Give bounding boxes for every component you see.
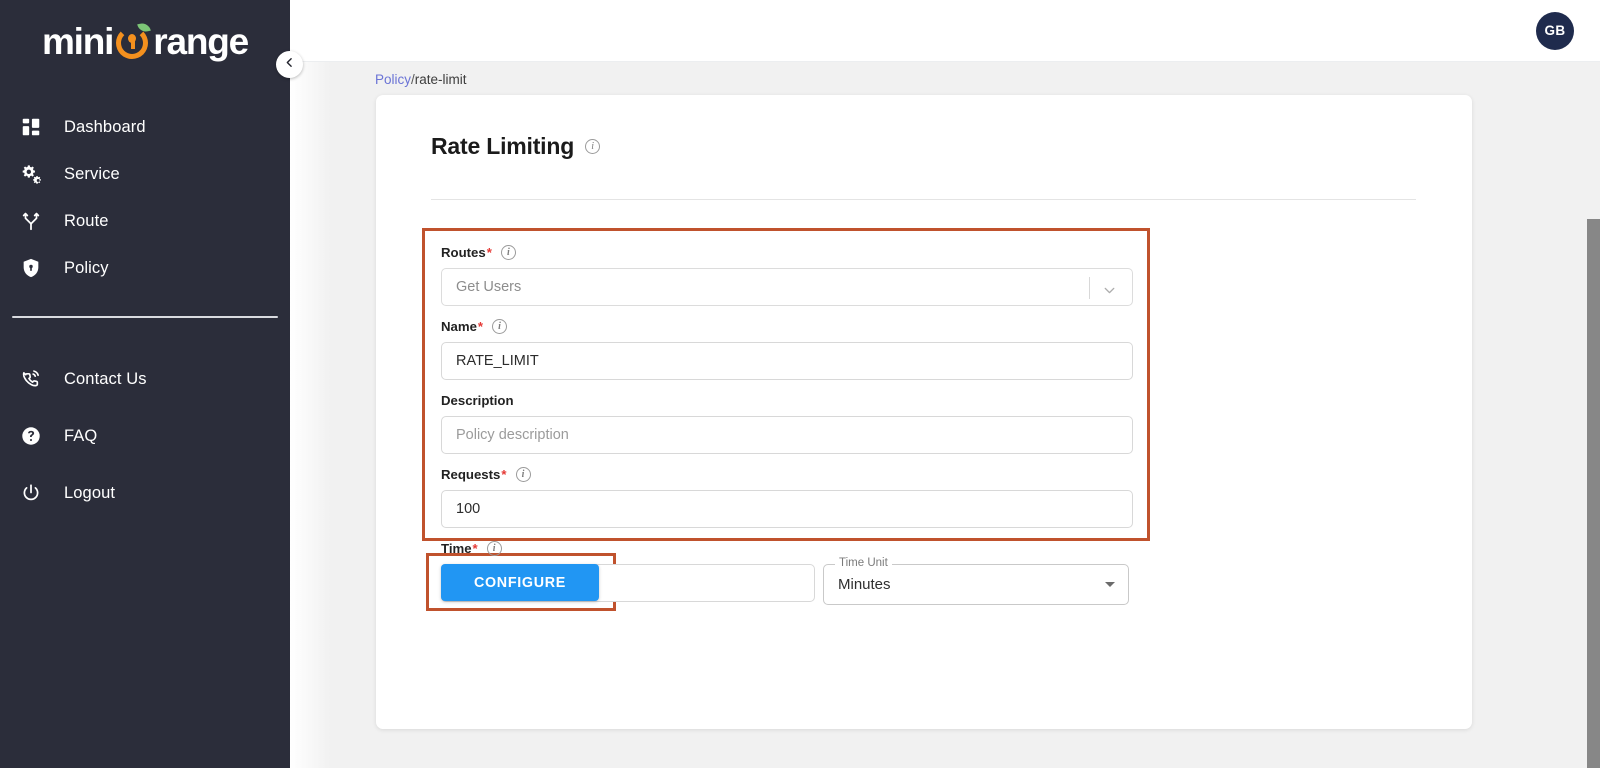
description-label: Description: [441, 393, 1133, 408]
top-header: GB: [290, 0, 1600, 62]
page-scrollbar-thumb[interactable]: [1587, 219, 1600, 768]
triangle-down-icon[interactable]: [1105, 582, 1115, 587]
sidebar-item-label: Contact Us: [64, 369, 147, 388]
description-label-text: Description: [441, 393, 514, 408]
info-icon[interactable]: i: [492, 319, 508, 334]
page-scrollbar-track[interactable]: [1587, 124, 1600, 768]
sidebar-item-policy[interactable]: Policy: [0, 245, 290, 291]
sidebar-item-dashboard[interactable]: Dashboard: [0, 104, 290, 150]
rate-limiting-card: Rate Limiting i Routes * i Get Users Nam…: [376, 95, 1472, 729]
required-mark: *: [477, 319, 484, 334]
info-icon[interactable]: i: [515, 467, 531, 482]
configure-button[interactable]: CONFIGURE: [441, 564, 599, 601]
name-input[interactable]: [441, 342, 1133, 380]
avatar[interactable]: GB: [1536, 11, 1574, 50]
sidebar-collapse-button[interactable]: [276, 51, 303, 78]
sidebar-nav-main: Dashboard Service Route Policy: [0, 104, 290, 291]
requests-input[interactable]: [441, 490, 1133, 528]
sidebar-item-label: Logout: [64, 483, 116, 502]
chevron-left-icon: [283, 56, 296, 74]
info-icon[interactable]: i: [500, 245, 516, 260]
time-unit-value: Minutes: [838, 576, 891, 593]
field-description: Description: [441, 393, 1133, 454]
page-title: Rate Limiting: [431, 133, 575, 159]
field-routes: Routes * i Get Users: [441, 245, 1133, 306]
sidebar-item-label: FAQ: [64, 426, 98, 445]
shield-lock-icon: [20, 257, 64, 279]
time-unit-legend: Time Unit: [835, 557, 892, 569]
breadcrumb-current: rate-limit: [414, 72, 467, 87]
sidebar: mini range Dashboard Service Route Polic…: [0, 0, 290, 768]
time-label-text: Time: [441, 541, 472, 556]
logo-text-pre: mini: [41, 21, 114, 62]
requests-label-text: Requests: [441, 467, 501, 482]
sidebar-item-label: Route: [64, 211, 109, 230]
time-unit-select[interactable]: Time Unit Minutes: [823, 557, 1129, 605]
routes-select[interactable]: Get Users: [441, 268, 1133, 306]
sidebar-item-logout[interactable]: Logout: [0, 470, 290, 516]
info-icon[interactable]: i: [585, 139, 601, 154]
card-header: Rate Limiting i: [376, 95, 1472, 160]
phone-call-icon: [20, 368, 64, 390]
breadcrumb: Policy/rate-limit: [375, 72, 467, 87]
routes-select-value: Get Users: [456, 279, 522, 295]
sidebar-item-service[interactable]: Service: [0, 151, 290, 197]
routes-label-text: Routes: [441, 245, 486, 260]
routes-label: Routes * i: [441, 245, 1133, 260]
gears-icon: [20, 163, 64, 186]
requests-label: Requests * i: [441, 467, 1133, 482]
avatar-initials: GB: [1544, 23, 1566, 38]
brand-logo[interactable]: mini range: [0, 0, 290, 78]
title-divider: [431, 199, 1416, 200]
sidebar-item-label: Service: [64, 164, 120, 183]
sidebar-item-label: Policy: [64, 258, 109, 277]
sidebar-divider: [12, 316, 278, 318]
sidebar-nav-secondary: Contact Us FAQ Logout: [0, 356, 290, 516]
orange-lock-icon: [114, 21, 152, 61]
content-area: Policy/rate-limit Rate Limiting i Routes…: [290, 62, 1600, 768]
app-root: mini range Dashboard Service Route Polic…: [0, 0, 1600, 768]
power-icon: [20, 482, 64, 504]
question-circle-icon: [20, 425, 64, 447]
sidebar-item-label: Dashboard: [64, 117, 146, 136]
logo-text-post: range: [153, 21, 249, 62]
grid-dashboard-icon: [20, 116, 64, 138]
description-input[interactable]: [441, 416, 1133, 454]
chevron-down-icon[interactable]: [1101, 282, 1118, 304]
sidebar-item-faq[interactable]: FAQ: [0, 413, 290, 459]
required-mark: *: [486, 245, 492, 260]
info-icon[interactable]: i: [486, 541, 502, 556]
rate-limit-form: Routes * i Get Users Name * i RATE_LIMIT…: [441, 245, 1133, 618]
select-divider: [1089, 277, 1090, 299]
content-edge-gradient: [290, 62, 330, 768]
required-mark: *: [472, 541, 478, 556]
breadcrumb-parent[interactable]: Policy: [375, 72, 411, 87]
sidebar-item-route[interactable]: Route: [0, 198, 290, 244]
name-label-text: Name: [441, 319, 477, 334]
time-label: Time * i: [441, 541, 1133, 556]
route-branch-icon: [20, 210, 64, 232]
name-label: Name * i: [441, 319, 1133, 334]
sidebar-item-contact-us[interactable]: Contact Us: [0, 356, 290, 402]
field-requests: Requests * i: [441, 467, 1133, 528]
field-name: Name * i: [441, 319, 1133, 380]
required-mark: *: [501, 467, 507, 482]
